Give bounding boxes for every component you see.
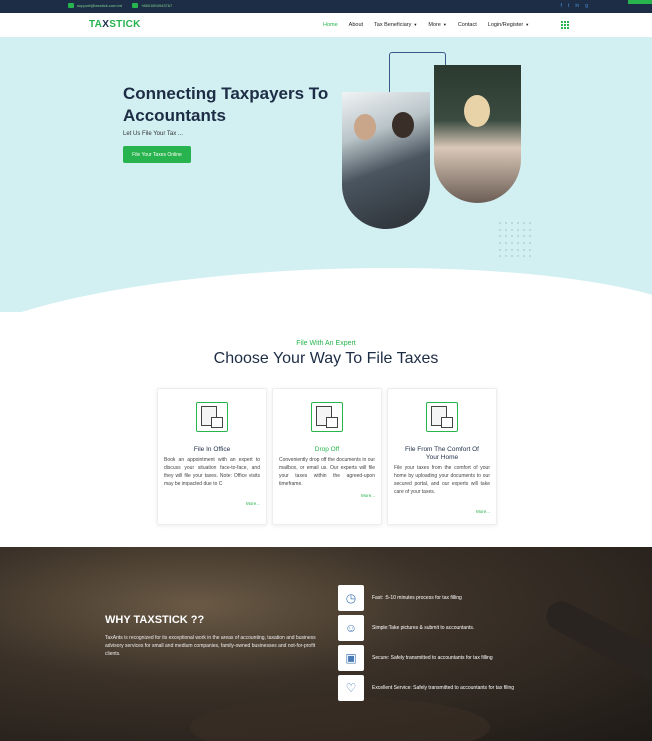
top-bar: support@taxstick.com.bd +8801894943767 f… [0,0,652,13]
chevron-down-icon: ▼ [525,22,530,27]
nav-tax-beneficiary-label: Tax Beneficiary [374,22,412,28]
nav-contact[interactable]: Contact [458,22,477,28]
file-taxes-online-button[interactable]: File Your Taxes Online [123,146,191,163]
more-link[interactable]: More... [476,509,490,514]
card-file-from-home[interactable]: File From The Comfort Of Your Home File … [387,388,497,525]
nav-about[interactable]: About [349,22,363,28]
contact-info: support@taxstick.com.bd +8801894943767 [68,3,172,8]
more-link[interactable]: More... [246,501,260,506]
chevron-down-icon: ▼ [442,22,447,27]
clock-icon: ◷ [338,585,364,611]
twitter-icon[interactable]: t [568,3,569,9]
nav-login-label: Login/Register [487,22,524,28]
email-contact[interactable]: support@taxstick.com.bd [68,3,122,8]
linkedin-icon[interactable]: in [575,3,579,9]
card-text: File your taxes from the comfort of your… [394,465,490,495]
section-title: Choose Your Way To File Taxes [213,350,439,367]
phone-text: +8801894943767 [140,3,173,8]
logo-part-1: TA [89,19,103,30]
card-drop-off[interactable]: Drop Off Conveniently drop off the docum… [272,388,382,525]
decorative-dots [499,222,535,258]
apps-grid-icon[interactable] [561,21,569,29]
card-text: Conveniently drop off the documents in o… [279,457,375,487]
office-document-icon [196,402,228,432]
businesswoman-photo [434,65,521,203]
drop-off-document-icon [311,402,343,432]
card-title: Drop Off [314,446,340,453]
feature-service: ♡ Excellent Service: Safely transmitted … [338,675,547,701]
feature-text: Fast: :5-10 minutes process for tax fill… [372,595,462,601]
google-icon[interactable]: g [585,3,588,9]
phone-icon [131,3,138,8]
gavel-graphic [541,595,652,689]
user-icon: ☺ [338,615,364,641]
mail-icon [68,3,74,8]
why-description: TaxAnts is recognized for its exceptiona… [105,635,316,657]
feature-text: Excellent Service: Safely transmitted to… [372,685,515,691]
section-kicker: File With An Expert [296,340,356,347]
card-title: File From The Comfort Of Your Home [405,446,479,461]
choose-way-section: File With An Expert Choose Your Way To F… [0,340,652,368]
gavel-base-graphic [190,697,490,741]
nav-home[interactable]: Home [323,22,338,28]
card-title: File In Office [193,446,231,453]
feature-secure: ▣ Secure: Safely transmitted to accounta… [338,645,547,671]
feature-text: Simple:Take pictures & submit to account… [372,625,475,631]
hero-subtitle: Let Us File Your Tax ... [123,131,183,137]
hero-section: Connecting Taxpayers To Accountants Let … [0,37,652,312]
phone-contact[interactable]: +8801894943767 [131,3,173,8]
feature-text: Secure: Safely transmitted to accountant… [372,655,493,661]
hero-title: Connecting Taxpayers To Accountants [123,84,329,125]
card-text: Book an appointment with an expert to di… [164,457,260,487]
email-text: support@taxstick.com.bd [77,3,122,8]
feature-simple: ☺ Simple:Take pictures & submit to accou… [338,615,547,641]
facebook-icon[interactable]: f [561,3,562,9]
main-navbar: TAXSTICK Home About Tax Beneficiary ▼ Mor… [0,13,652,37]
nav-login-register[interactable]: Login/Register ▼ [488,22,529,28]
chevron-down-icon: ▼ [413,22,418,27]
logo[interactable]: TAXSTICK [89,19,141,30]
home-document-icon [426,402,458,432]
heart-icon: ♡ [338,675,364,701]
card-file-in-office[interactable]: File In Office Book an appointment with … [157,388,267,525]
why-title: WHY TAXSTICK ?? [105,614,205,626]
social-links: f t in g [561,3,588,9]
nav-menu: Home About Tax Beneficiary ▼ More ▼ Contac… [323,22,529,28]
nav-tax-beneficiary[interactable]: Tax Beneficiary ▼ [374,22,417,28]
feature-fast: ◷ Fast: :5-10 minutes process for tax fi… [338,585,547,611]
nav-more[interactable]: More ▼ [428,22,447,28]
hero-curve-divider [0,255,652,312]
handshake-photo [342,92,430,229]
logo-part-2: STICK [109,19,141,30]
why-taxstick-section: WHY TAXSTICK ?? TaxAnts is recognized fo… [0,547,652,741]
lock-icon: ▣ [338,645,364,671]
nav-more-label: More [428,22,441,28]
more-link[interactable]: More... [361,493,375,498]
top-accent-tab [628,0,652,4]
